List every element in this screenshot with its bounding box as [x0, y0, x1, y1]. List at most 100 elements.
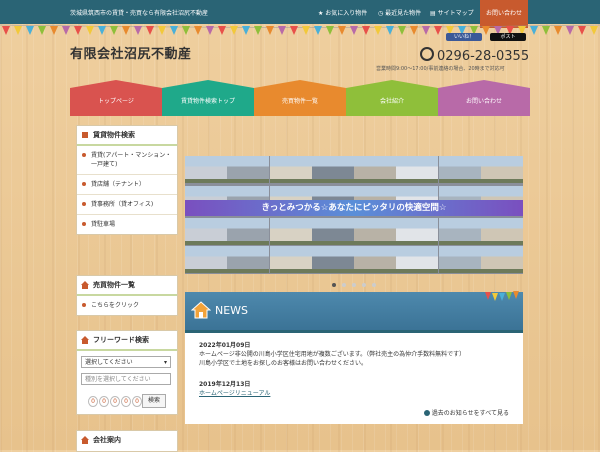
- property-photo: [354, 156, 396, 183]
- property-photo: [227, 156, 270, 183]
- tab-top[interactable]: トップページ: [70, 80, 162, 116]
- sitemap-link[interactable]: ▤ サイトマップ: [430, 8, 474, 17]
- house-icon: [81, 336, 89, 344]
- bunting-flag: [410, 26, 418, 35]
- bunting-flag: [482, 26, 490, 35]
- bunting-flag: [74, 26, 82, 35]
- bunting-flag: [554, 26, 562, 35]
- bunting-flag: [170, 26, 178, 35]
- result-counter: 0 0 0 0 0 件: [88, 394, 150, 407]
- sidebar-item-rental-housing[interactable]: 賃貸(アパート・マンション・一戸建て): [77, 146, 177, 175]
- slider-dot[interactable]: [372, 283, 376, 287]
- arrow-circle-icon: [423, 410, 430, 416]
- bunting-flag: [110, 26, 118, 35]
- news-link[interactable]: ホームページリニューアル: [199, 390, 270, 397]
- counter-digit: 0: [121, 396, 131, 407]
- property-photo: [311, 218, 354, 245]
- company-box: 会社案内: [76, 430, 178, 452]
- bunting-flag: [50, 26, 58, 35]
- recent-link[interactable]: ◷ 最近見た物件: [378, 8, 421, 17]
- counter-digit: 0: [88, 396, 98, 407]
- news-date: 2019年12月13日: [199, 381, 251, 388]
- bunting-flag: [26, 26, 34, 35]
- bunting-flag: [242, 26, 250, 35]
- bullet-icon: [82, 153, 86, 157]
- tab-rental-search[interactable]: 賃貸物件検索トップ: [162, 80, 254, 116]
- news-text: 川島小学区で土地をお探しのお客様はお問い合わせください。: [199, 360, 368, 367]
- bunting-flag: [134, 26, 142, 35]
- property-photo: [269, 246, 312, 273]
- sale-list-link[interactable]: こちらをクリック: [77, 296, 177, 315]
- type-input[interactable]: 種別を選択してください: [81, 373, 171, 385]
- phone-icon: [420, 47, 434, 61]
- slider-banner: きっとみつかる☆あなたにピッタリの快適空間☆: [185, 200, 523, 216]
- sale-list-title: 売買物件一覧: [77, 276, 177, 296]
- facebook-like-button[interactable]: いいね！: [446, 33, 482, 41]
- rental-search-box: 賃貸物件検索 賃貸(アパート・マンション・一戸建て) 貸店舗（テナント） 貸事務…: [76, 125, 178, 235]
- slider-dot[interactable]: [362, 283, 366, 287]
- site-tagline: 茨城県筑西市の賃貸・売買なら有限会社沼尻不動産: [70, 10, 209, 17]
- site-logo[interactable]: 有限会社沼尻不動産: [70, 43, 192, 62]
- sitemap-icon: ▤: [430, 10, 438, 17]
- image-slider[interactable]: きっとみつかる☆あなたにピッタリの快適空間☆: [185, 156, 523, 274]
- company-title: 会社案内: [77, 431, 177, 449]
- property-photo: [480, 218, 523, 245]
- bullet-icon: [82, 222, 86, 226]
- property-photo: [480, 246, 523, 273]
- tab-company[interactable]: 会社紹介: [346, 80, 438, 116]
- x-post-button[interactable]: ポスト: [490, 33, 526, 41]
- bunting-flag: [398, 26, 406, 35]
- sidebar-item-rental-parking[interactable]: 貸駐車場: [77, 215, 177, 234]
- property-photo: [269, 156, 312, 183]
- rental-search-title: 賃貸物件検索: [77, 126, 177, 146]
- news-section: NEWS 2022年01月09日 ホームページ非公開の川島小学区住宅用地が複数ご…: [185, 291, 523, 424]
- property-photo: [438, 156, 481, 183]
- favorites-link[interactable]: ★ お気に入り物件: [318, 8, 367, 17]
- more-news-link[interactable]: 過去のお知らせをすべて見る: [423, 408, 509, 417]
- property-photo: [396, 246, 439, 273]
- slider-dot[interactable]: [352, 283, 356, 287]
- bunting-flag: [122, 26, 130, 35]
- search-button[interactable]: 検索: [142, 394, 166, 408]
- bunting-flag: [326, 26, 334, 35]
- house-icon: [81, 436, 89, 444]
- sidebar-item-rental-shop[interactable]: 貸店舗（テナント）: [77, 175, 177, 195]
- tab-contact[interactable]: お問い合わせ: [438, 80, 530, 116]
- bunting-flag: [38, 26, 46, 35]
- bunting-flag: [182, 26, 190, 35]
- counter-digit: 0: [132, 396, 142, 407]
- news-text: ホームページ非公開の川島小学区住宅用地が複数ございます。（弊社売主の為仲介手数料…: [199, 351, 466, 358]
- bunting-flag: [194, 26, 202, 35]
- top-bar: 茨城県筑西市の賃貸・売買なら有限会社沼尻不動産 ★ お気に入り物件 ◷ 最近見た…: [0, 0, 600, 28]
- property-photo: [227, 218, 270, 245]
- slider-dots: [185, 283, 523, 287]
- bunting-flag: [314, 26, 322, 35]
- bunting-flag: [206, 26, 214, 35]
- sale-list-box: 売買物件一覧 こちらをクリック: [76, 275, 178, 316]
- bunting-flag: [578, 26, 586, 35]
- bunting-flag: [338, 26, 346, 35]
- bullet-icon: [82, 303, 86, 307]
- bunting-flag: [62, 26, 70, 35]
- bullet-icon: [82, 182, 86, 186]
- news-title: NEWS: [215, 304, 249, 317]
- tab-sale-list[interactable]: 売買物件一覧: [254, 80, 346, 116]
- property-photo: [354, 246, 396, 273]
- bunting-decoration: [485, 291, 519, 301]
- news-entry: 2019年12月13日 ホームページリニューアル: [185, 370, 523, 400]
- slider-dot-active[interactable]: [332, 283, 336, 287]
- property-photo: [438, 246, 481, 273]
- bunting-flag: [386, 26, 394, 35]
- bunting-flag: [374, 26, 382, 35]
- bunting-flag: [146, 26, 154, 35]
- property-photo: [311, 156, 354, 183]
- bunting-flag: [278, 26, 286, 35]
- counter-digit: 0: [99, 396, 109, 407]
- property-photo: [396, 218, 439, 245]
- keyword-search-title: フリーワード検索: [77, 331, 177, 351]
- bunting-flag: [590, 26, 598, 35]
- area-select[interactable]: 選択してください ▾: [81, 356, 171, 368]
- sidebar-item-rental-office[interactable]: 貸事務所（貸オフィス): [77, 195, 177, 215]
- slider-dot[interactable]: [342, 283, 346, 287]
- bunting-flag: [266, 26, 274, 35]
